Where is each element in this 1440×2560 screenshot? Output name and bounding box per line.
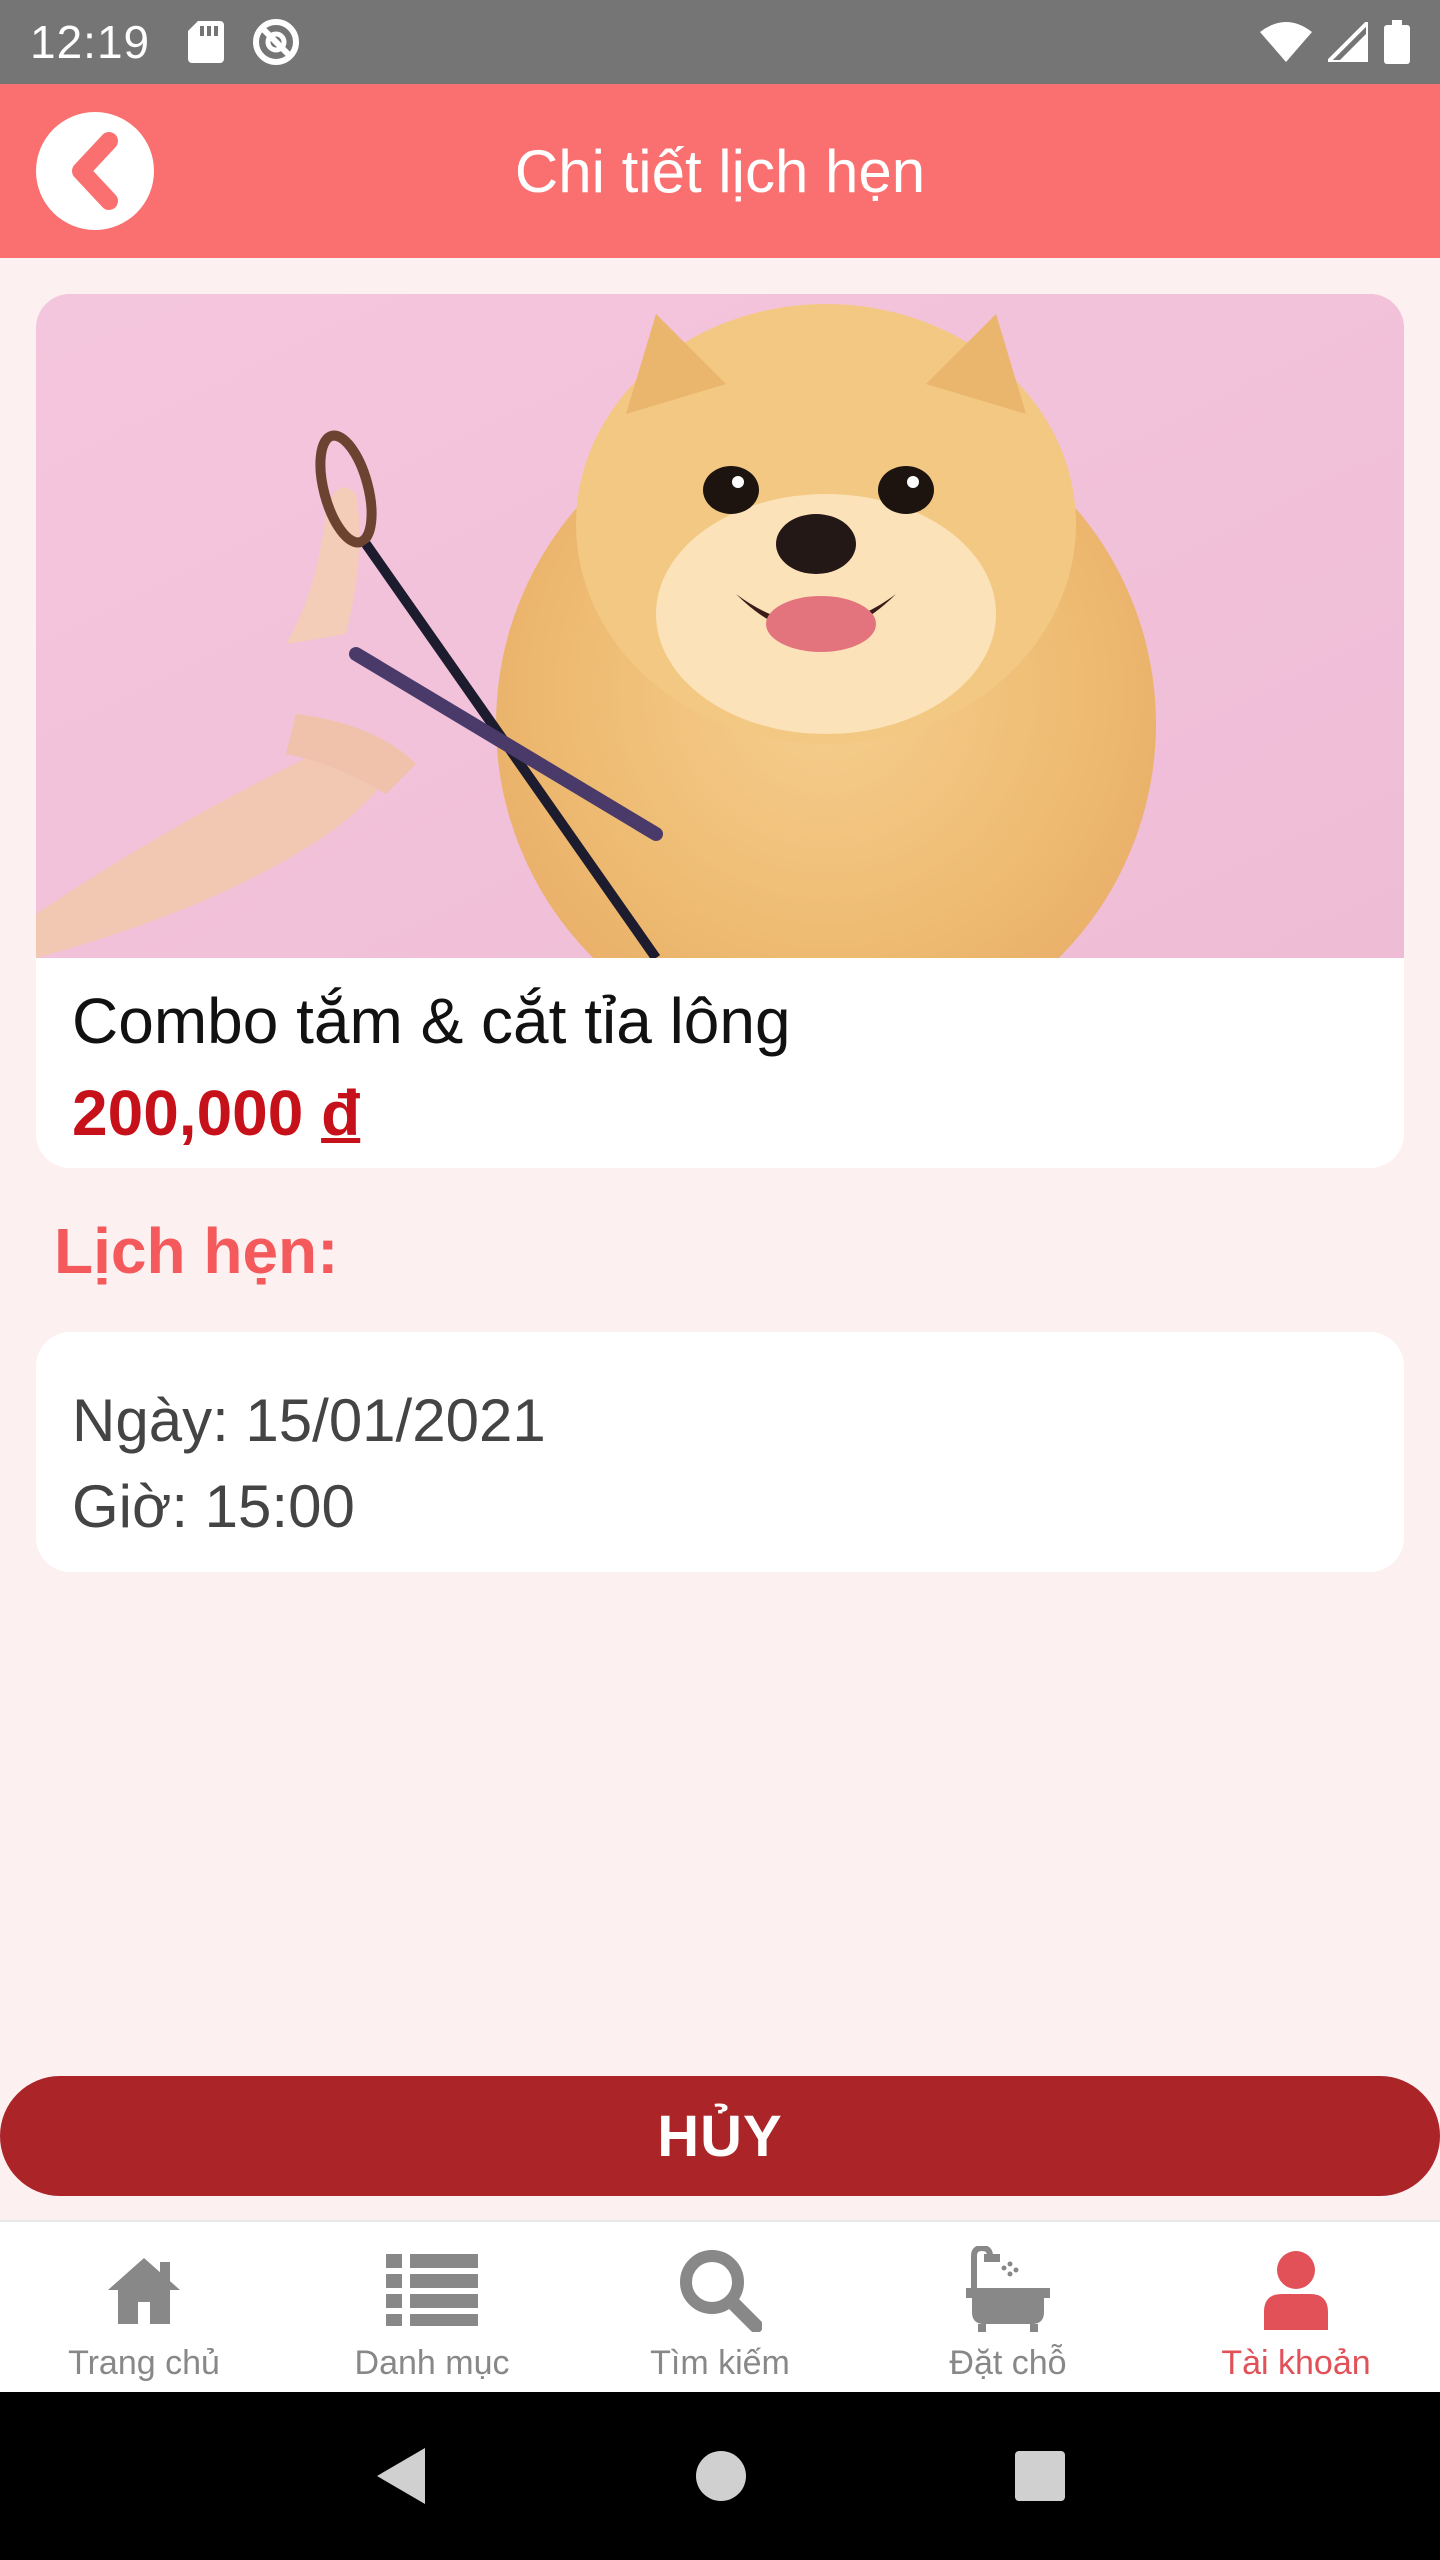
appointment-card: Ngày: 15/01/2021 Giờ: 15:00: [36, 1332, 1404, 1572]
service-price: 200,000 đ: [72, 1076, 360, 1150]
sd-card-icon: [188, 21, 225, 63]
recents-square-icon[interactable]: [1013, 2449, 1067, 2503]
cancel-button[interactable]: HỦY: [0, 2076, 1440, 2196]
appointment-date: Ngày: 15/01/2021: [72, 1387, 546, 1454]
status-time: 12:19: [30, 16, 151, 68]
price-currency: đ: [321, 1077, 361, 1149]
chevron-left-icon: [72, 132, 118, 210]
user-icon: [1264, 2251, 1328, 2330]
bathtub-icon: [966, 2246, 1050, 2332]
nav-label-account: Tài khoản: [1221, 2344, 1371, 2382]
service-image: [36, 294, 1404, 1054]
service-card[interactable]: Combo tắm & cắt tỉa lông 200,000 đ: [36, 294, 1404, 1168]
search-icon: [680, 2250, 762, 2332]
back-button[interactable]: [36, 112, 154, 230]
appointment-time: Giờ: 15:00: [72, 1473, 355, 1540]
nav-item-categories[interactable]: Danh mục: [288, 2222, 576, 2392]
appointment-section-title: Lịch hẹn:: [54, 1215, 339, 1287]
nav-label-categories: Danh mục: [354, 2344, 510, 2382]
nav-label-home: Trang chủ: [68, 2344, 220, 2382]
status-bar: 12:19: [0, 0, 1440, 84]
status-right-icons: [1260, 20, 1410, 64]
wifi-icon: [1260, 22, 1312, 62]
page-title: Chi tiết lịch hẹn: [514, 137, 926, 205]
home-circle-icon[interactable]: [694, 2449, 748, 2503]
battery-icon: [1384, 20, 1410, 64]
nav-item-booking[interactable]: Đặt chỗ: [864, 2222, 1152, 2392]
nav-item-home[interactable]: Trang chủ: [0, 2222, 288, 2392]
system-nav-bar: [0, 2392, 1440, 2560]
price-amount: 200,000: [72, 1077, 304, 1149]
blocked-icon: [253, 19, 300, 65]
nav-label-search: Tìm kiếm: [650, 2344, 790, 2382]
service-name: Combo tắm & cắt tỉa lông: [72, 985, 791, 1057]
app-bar: Chi tiết lịch hẹn: [0, 84, 1440, 258]
back-triangle-icon[interactable]: [373, 2446, 429, 2506]
pomeranian-grooming-photo: [36, 294, 1404, 1054]
signal-icon: [1328, 22, 1368, 62]
status-left-icons: [188, 18, 300, 66]
nav-label-booking: Đặt chỗ: [949, 2344, 1067, 2382]
home-icon: [108, 2258, 180, 2324]
nav-item-search[interactable]: Tìm kiếm: [576, 2222, 864, 2392]
nav-item-account[interactable]: Tài khoản: [1152, 2222, 1440, 2392]
list-icon: [386, 2254, 478, 2326]
bottom-nav: Trang chủ Danh mục Tìm kiếm Đặt chỗ Tài …: [0, 2220, 1440, 2392]
